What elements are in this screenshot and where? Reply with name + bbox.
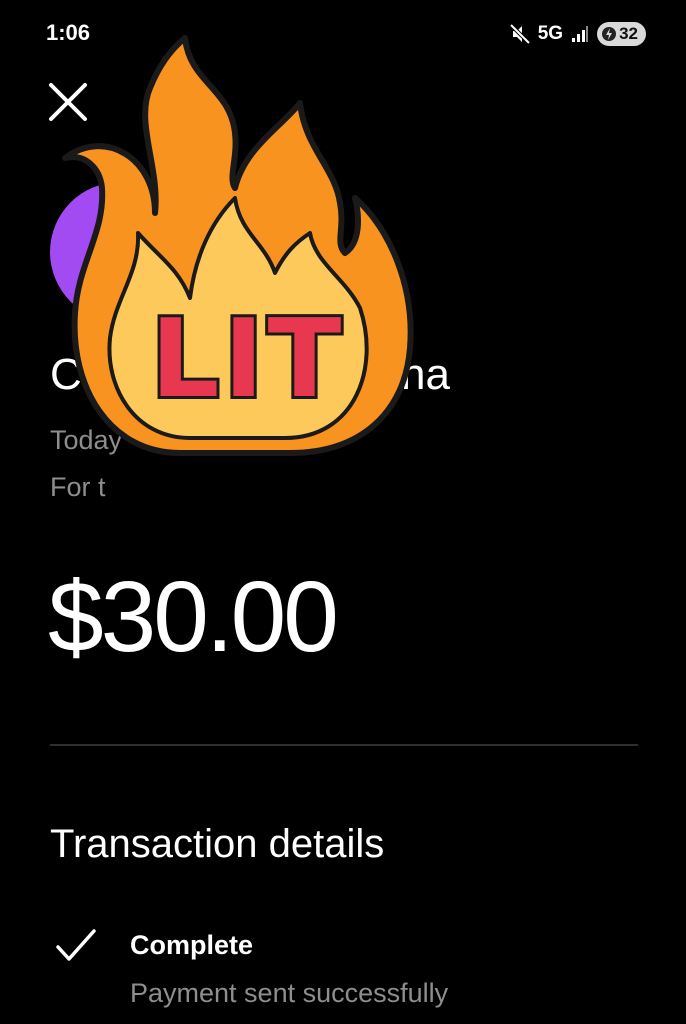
signal-icon	[572, 26, 589, 42]
transaction-date: Today	[50, 425, 123, 455]
divider	[50, 744, 638, 746]
recipient-name-start: C	[50, 350, 82, 399]
status-bar: 1:06 5G 32	[0, 0, 686, 70]
transaction-amount: $30.00	[48, 561, 339, 673]
status-icons: 5G 32	[509, 20, 646, 48]
mute-icon	[509, 23, 530, 45]
status-label: Complete	[130, 930, 254, 960]
battery-level: 32	[619, 24, 638, 43]
close-button[interactable]	[44, 78, 92, 126]
checkmark-icon	[54, 926, 98, 966]
recipient-name-end: dina	[366, 350, 450, 399]
status-time: 1:06	[46, 20, 91, 45]
close-icon	[49, 83, 87, 121]
transaction-note: For t	[50, 472, 106, 502]
avatar	[50, 182, 190, 322]
network-type: 5G	[537, 23, 564, 44]
recipient-name: Cdina	[50, 350, 450, 400]
battery-saver-icon	[602, 27, 617, 41]
section-title: Transaction details	[50, 822, 385, 866]
battery-indicator: 32	[597, 22, 646, 46]
status-description: Payment sent successfully	[130, 978, 449, 1008]
